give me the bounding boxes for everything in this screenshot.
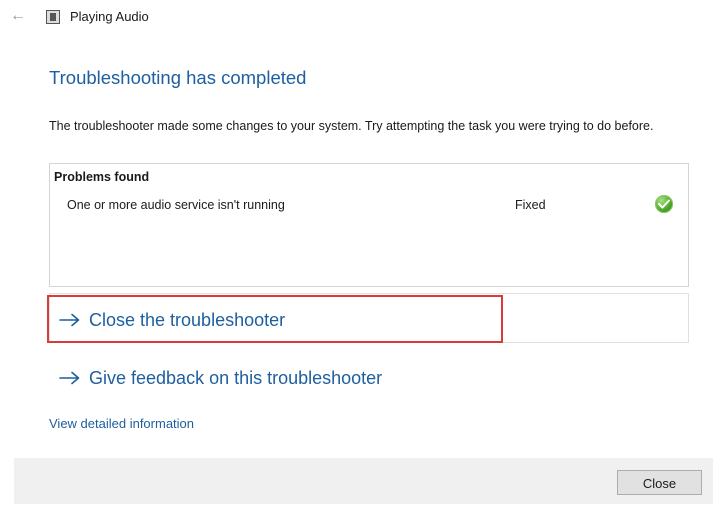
problem-name: One or more audio service isn't running xyxy=(67,198,285,212)
arrow-right-icon xyxy=(59,313,81,327)
close-troubleshooter-label: Close the troubleshooter xyxy=(89,310,286,330)
back-arrow-icon[interactable]: ← xyxy=(10,6,26,26)
close-troubleshooter-link[interactable]: Close the troubleshooter xyxy=(59,308,285,332)
window-title: Playing Audio xyxy=(70,9,149,24)
arrow-right-icon xyxy=(59,371,81,385)
title-bar: ← Playing Audio xyxy=(0,0,716,34)
audio-app-icon xyxy=(46,10,60,24)
problems-found-header: Problems found xyxy=(54,170,150,184)
page-heading: Troubleshooting has completed xyxy=(49,67,307,88)
dialog-footer: Close xyxy=(14,458,713,504)
close-button[interactable]: Close xyxy=(617,470,702,495)
problem-status: Fixed xyxy=(515,198,546,212)
problems-found-panel: Problems found One or more audio service… xyxy=(49,163,689,287)
result-description: The troubleshooter made some changes to … xyxy=(49,119,654,133)
give-feedback-link[interactable]: Give feedback on this troubleshooter xyxy=(59,366,382,390)
view-details-link[interactable]: View detailed information xyxy=(49,415,194,433)
green-check-icon xyxy=(655,195,673,213)
give-feedback-label: Give feedback on this troubleshooter xyxy=(89,368,383,388)
